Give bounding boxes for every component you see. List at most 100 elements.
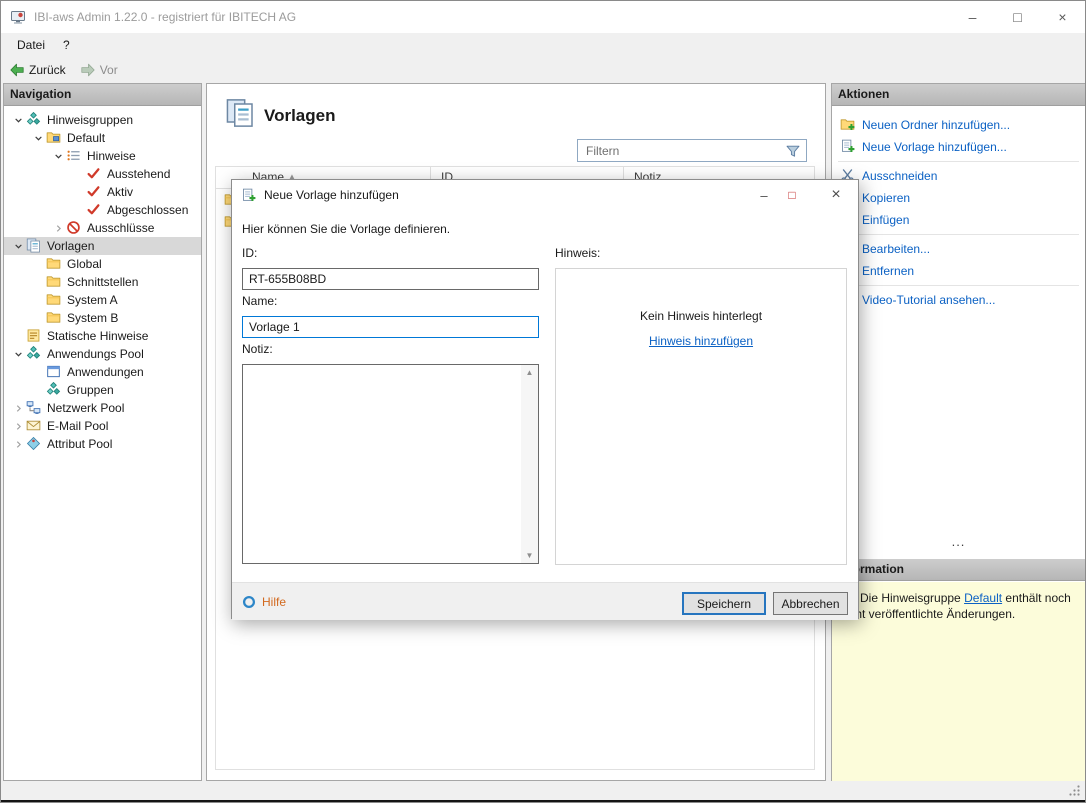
separator (838, 161, 1079, 162)
tree-item-vorlagen[interactable]: Vorlagen (4, 237, 201, 255)
chevron-spacer (30, 364, 46, 380)
tree-item-hinweise[interactable]: Hinweise (4, 147, 201, 165)
folder-add-icon (840, 117, 856, 133)
chevron-collapsed-icon[interactable] (10, 400, 26, 416)
hinweis-preview-box: Kein Hinweis hinterlegt Hinweis hinzufüg… (555, 268, 847, 565)
tree-item-gruppen[interactable]: Gruppen (4, 381, 201, 399)
navigation-panel: Navigation Hinweisgruppen Default Hinwei… (3, 83, 202, 781)
folder-icon (46, 292, 62, 308)
tree-item-default[interactable]: Default (4, 129, 201, 147)
chevron-spacer (30, 274, 46, 290)
name-field[interactable] (242, 316, 539, 338)
scroll-down-icon[interactable]: ▼ (526, 551, 534, 560)
chevron-collapsed-icon[interactable] (10, 418, 26, 434)
dialog-close-button[interactable]: × (822, 186, 850, 204)
minimize-button[interactable]: – (950, 1, 995, 33)
tree-item-global[interactable]: Global (4, 255, 201, 273)
dialog-title: Neue Vorlage hinzufügen (264, 188, 399, 202)
window-controls: – □ × (950, 1, 1085, 33)
templates-icon (225, 98, 255, 133)
cancel-button[interactable]: Abbrechen (773, 592, 848, 615)
dialog-minimize-button[interactable]: – (750, 188, 778, 203)
information-message-box: Die Hinweisgruppe Default enthält noch n… (832, 582, 1085, 781)
chevron-expanded-icon[interactable] (10, 112, 26, 128)
tree-item-statische-hinweise[interactable]: Statische Hinweise (4, 327, 201, 345)
name-label: Name: (242, 294, 277, 308)
action-entfernen[interactable]: Entfernen (832, 260, 1085, 282)
filter-input[interactable] (578, 144, 785, 158)
app-icon (10, 9, 26, 25)
templates-icon (26, 238, 42, 254)
resize-grip[interactable] (1068, 784, 1081, 797)
chevron-spacer (30, 310, 46, 326)
window-title: IBI-aws Admin 1.22.0 - registriert für I… (34, 10, 296, 24)
chevron-spacer (70, 184, 86, 200)
list-icon (66, 148, 82, 164)
chevron-expanded-icon[interactable] (10, 238, 26, 254)
status-bar (1, 781, 1085, 800)
hinweis-add-link[interactable]: Hinweis hinzufügen (649, 334, 753, 348)
tree-item-schnittstellen[interactable]: Schnittstellen (4, 273, 201, 291)
chevron-expanded-icon[interactable] (30, 130, 46, 146)
mail-icon (26, 418, 42, 434)
forward-button[interactable]: Vor (74, 59, 124, 81)
action-ausschneiden[interactable]: Ausschneiden (832, 165, 1085, 187)
chevron-collapsed-icon[interactable] (10, 436, 26, 452)
dialog-description: Hier können Sie die Vorlage definieren. (242, 222, 450, 236)
back-label: Zurück (29, 63, 66, 77)
action-kopieren[interactable]: Kopieren (832, 187, 1085, 209)
notiz-scrollbar[interactable]: ▲ ▼ (521, 365, 538, 563)
filter-funnel-icon[interactable] (785, 143, 801, 159)
folder-package-icon (46, 130, 62, 146)
tree-item-abgeschlossen[interactable]: Abgeschlossen (4, 201, 201, 219)
tree-item-system-b[interactable]: System B (4, 309, 201, 327)
navigation-tree: Hinweisgruppen Default Hinweise Ausstehe… (4, 106, 201, 453)
action-bearbeiten[interactable]: Bearbeiten... (832, 238, 1085, 260)
group-diamonds-icon (26, 346, 42, 362)
tree-item-hinweisgruppen[interactable]: Hinweisgruppen (4, 111, 201, 129)
chevron-collapsed-icon[interactable] (50, 220, 66, 236)
dialog-title-bar: Neue Vorlage hinzufügen – □ × (232, 180, 858, 210)
chevron-expanded-icon[interactable] (50, 148, 66, 164)
separator (838, 234, 1079, 235)
tree-item-ausschluesse[interactable]: Ausschlüsse (4, 219, 201, 237)
action-neue-vorlage-hinzufuegen[interactable]: Neue Vorlage hinzufügen... (832, 136, 1085, 158)
menu-datei[interactable]: Datei (8, 33, 54, 57)
maximize-button[interactable]: □ (995, 1, 1040, 33)
actions-overflow-indicator: ... (832, 534, 1085, 549)
chevron-spacer (30, 256, 46, 272)
tree-item-anwendungs-pool[interactable]: Anwendungs Pool (4, 345, 201, 363)
check-red-icon (86, 166, 102, 182)
new-template-dialog: Neue Vorlage hinzufügen – □ × Hier könne… (231, 179, 859, 619)
tree-item-netzwerk-pool[interactable]: Netzwerk Pool (4, 399, 201, 417)
help-link[interactable]: Hilfe (242, 583, 286, 621)
chevron-spacer (70, 166, 86, 182)
separator (838, 285, 1079, 286)
scroll-up-icon[interactable]: ▲ (526, 368, 534, 377)
notiz-field[interactable] (243, 365, 521, 563)
save-button[interactable]: Speichern (682, 592, 766, 615)
dialog-maximize-button[interactable]: □ (778, 188, 806, 202)
tree-item-system-a[interactable]: System A (4, 291, 201, 309)
help-label: Hilfe (262, 595, 286, 609)
actions-panel: Aktionen Neuen Ordner hinzufügen... Neue… (831, 83, 1086, 781)
tree-item-attribut-pool[interactable]: Attribut Pool (4, 435, 201, 453)
back-button[interactable]: Zurück (3, 59, 72, 81)
action-einfuegen[interactable]: Einfügen (832, 209, 1085, 231)
tree-item-aktiv[interactable]: Aktiv (4, 183, 201, 201)
tree-item-email-pool[interactable]: E-Mail Pool (4, 417, 201, 435)
chevron-spacer (30, 292, 46, 308)
close-button[interactable]: × (1040, 1, 1085, 33)
menu-bar: Datei ? (1, 33, 1085, 57)
default-group-link[interactable]: Default (964, 591, 1002, 605)
note-icon (26, 328, 42, 344)
id-field[interactable] (242, 268, 539, 290)
action-neuen-ordner-hinzufuegen[interactable]: Neuen Ordner hinzufügen... (832, 114, 1085, 136)
menu-help[interactable]: ? (54, 33, 79, 57)
check-red-icon (86, 184, 102, 200)
tree-item-anwendungen[interactable]: Anwendungen (4, 363, 201, 381)
action-video-tutorial-ansehen[interactable]: Video-Tutorial ansehen... (832, 289, 1085, 311)
chevron-expanded-icon[interactable] (10, 346, 26, 362)
tree-item-ausstehend[interactable]: Ausstehend (4, 165, 201, 183)
notiz-field-frame: ▲ ▼ (242, 364, 539, 564)
